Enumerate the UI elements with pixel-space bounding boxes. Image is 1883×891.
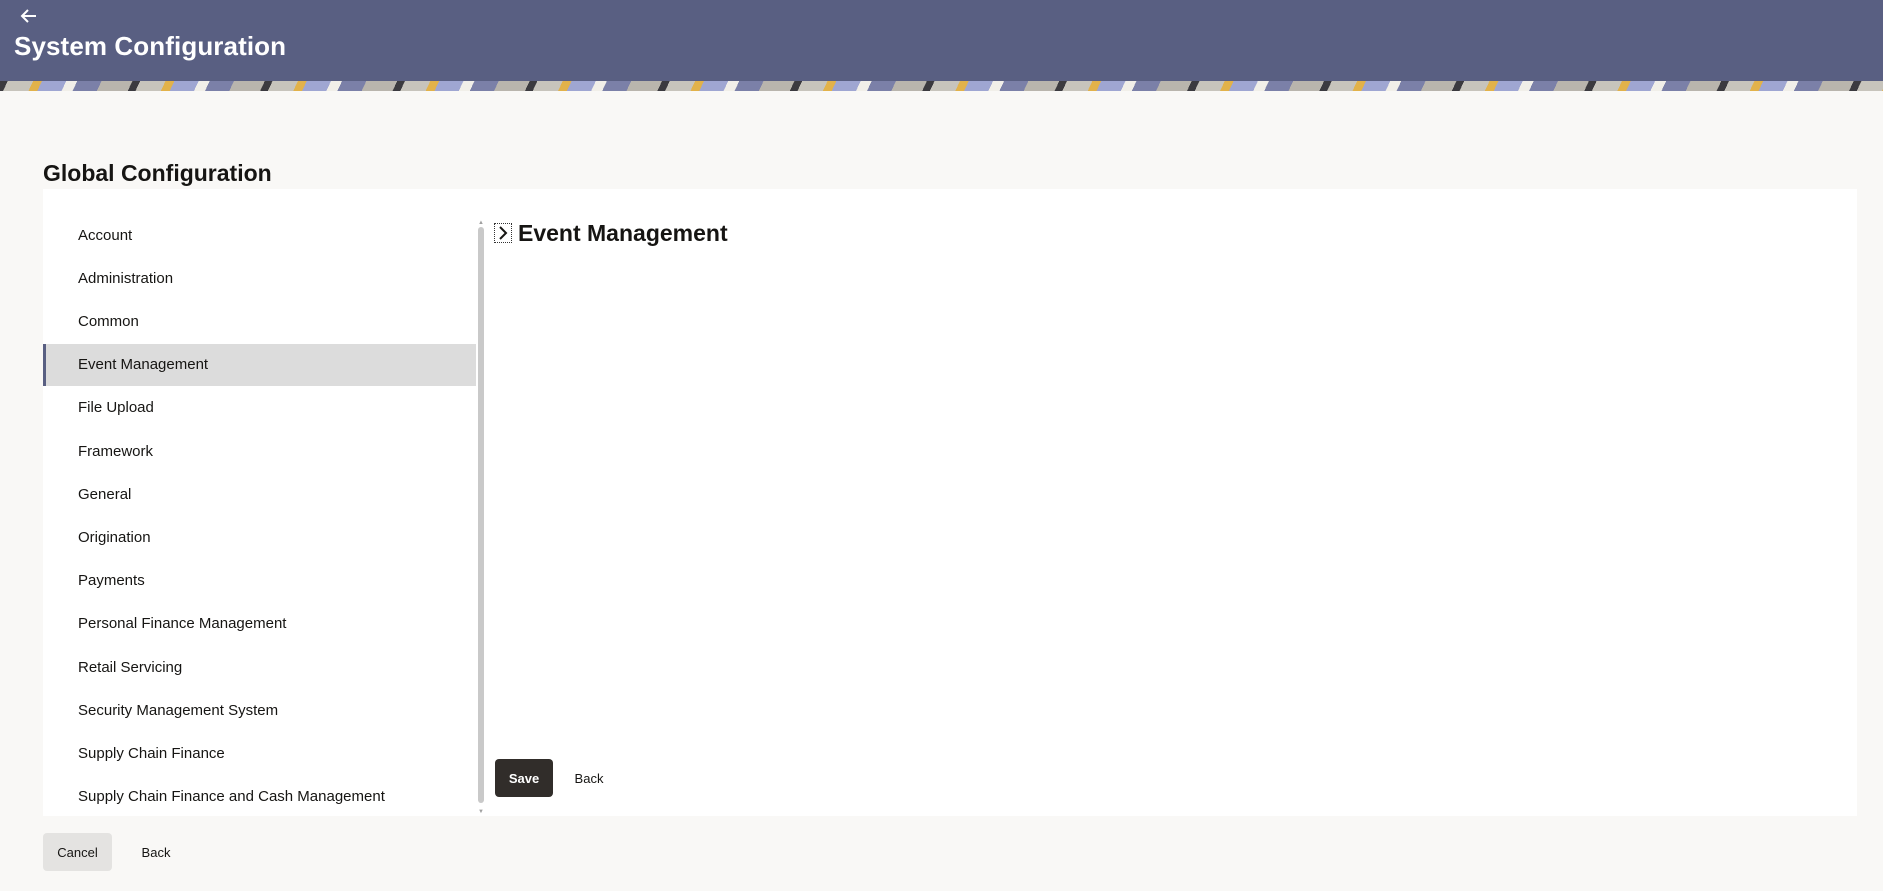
sidebar-item-common[interactable]: Common: [43, 301, 476, 343]
sidebar-item-framework[interactable]: Framework: [43, 431, 476, 473]
sidebar-item-retail-servicing[interactable]: Retail Servicing: [43, 647, 476, 689]
content-back-button[interactable]: Back: [563, 759, 615, 797]
app-header: System Configuration: [0, 0, 1883, 81]
section-title: Event Management: [518, 220, 728, 246]
cancel-button[interactable]: Cancel: [43, 833, 112, 871]
configuration-panel: Account Administration Common Event Mana…: [43, 189, 1857, 816]
sidebar-item-supply-chain-finance-and-cash-management[interactable]: Supply Chain Finance and Cash Management: [43, 776, 476, 818]
app-title: System Configuration: [14, 31, 287, 61]
scroll-up-icon[interactable]: ▲: [477, 219, 485, 227]
sidebar-item-payments[interactable]: Payments: [43, 560, 476, 602]
scroll-down-icon[interactable]: ▼: [477, 808, 485, 816]
sidebar-item-file-upload[interactable]: File Upload: [43, 387, 476, 429]
chevron-right-icon[interactable]: [494, 223, 512, 243]
sidebar-menu: Account Administration Common Event Mana…: [43, 215, 476, 816]
sidebar-scrollbar[interactable]: ▲ ▼: [477, 219, 485, 816]
sidebar-item-account[interactable]: Account: [43, 215, 476, 257]
arrow-left-icon[interactable]: [20, 4, 44, 28]
page-title: Global Configuration: [43, 160, 272, 186]
sidebar-item-event-management[interactable]: Event Management: [43, 344, 476, 386]
sidebar-item-administration[interactable]: Administration: [43, 258, 476, 300]
save-button[interactable]: Save: [495, 759, 553, 797]
footer-back-button[interactable]: Back: [128, 833, 184, 871]
sidebar-item-general[interactable]: General: [43, 474, 476, 516]
header-banner: [0, 81, 1883, 91]
sidebar-item-personal-finance-management[interactable]: Personal Finance Management: [43, 603, 476, 645]
sidebar-item-security-management-system[interactable]: Security Management System: [43, 690, 476, 732]
sidebar-item-origination[interactable]: Origination: [43, 517, 476, 559]
sidebar-item-supply-chain-finance[interactable]: Supply Chain Finance: [43, 733, 476, 775]
scrollbar-thumb[interactable]: [478, 227, 484, 803]
